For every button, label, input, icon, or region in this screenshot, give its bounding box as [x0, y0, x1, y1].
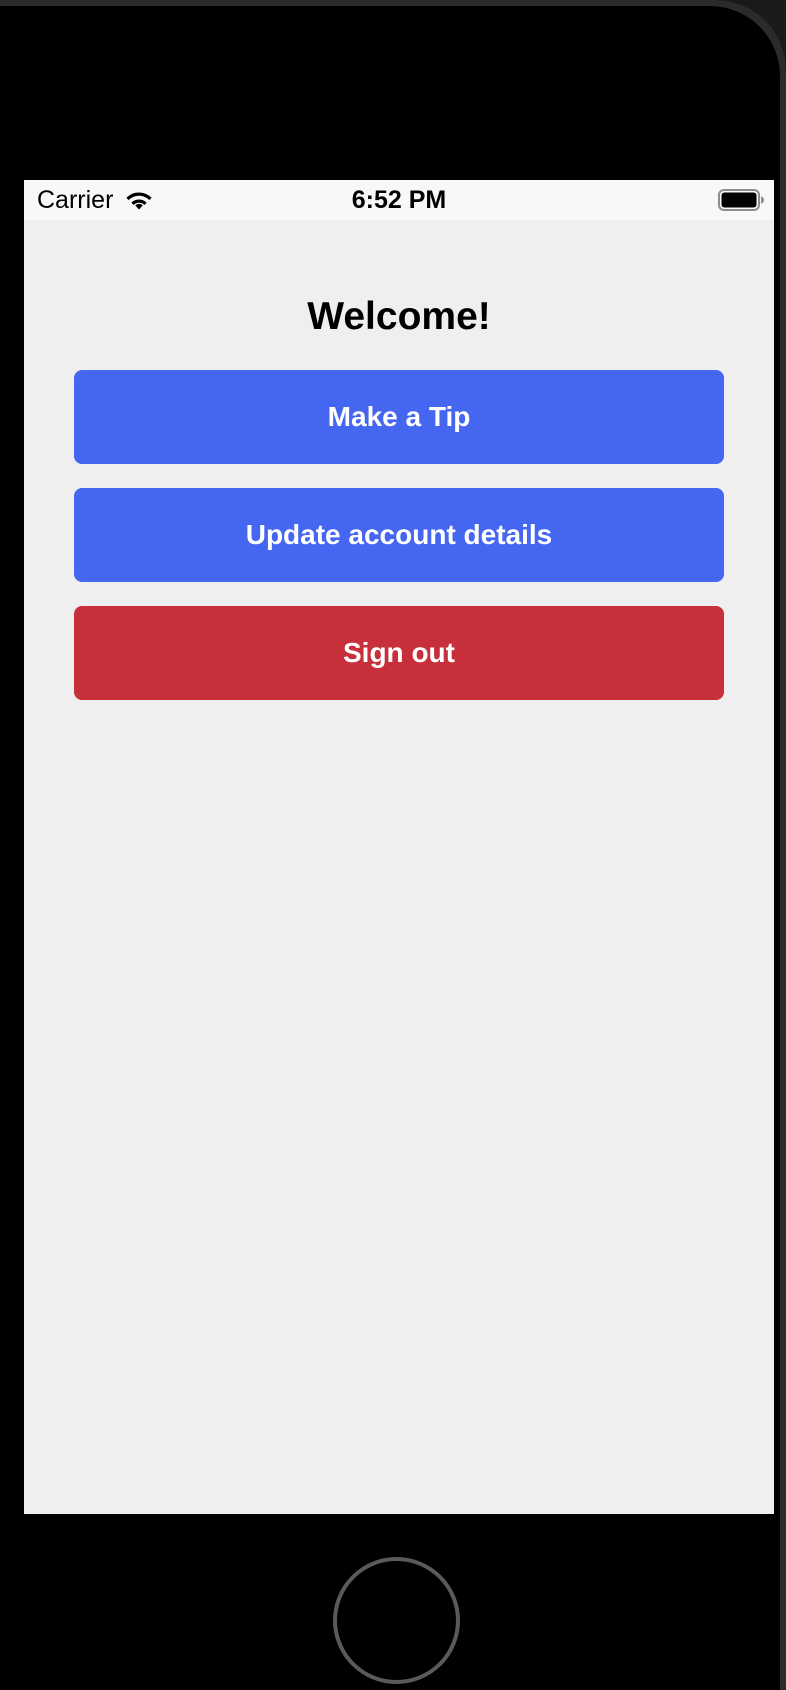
sign-out-button[interactable]: Sign out — [74, 606, 724, 700]
page-title: Welcome! — [307, 295, 491, 338]
battery-icon — [718, 189, 764, 211]
status-bar: Carrier 6:52 PM — [24, 180, 774, 220]
update-account-button[interactable]: Update account details — [74, 488, 724, 582]
device-frame: Carrier 6:52 PM Welcome! Make a Tip Upda… — [0, 0, 786, 1690]
status-time: 6:52 PM — [351, 186, 447, 214]
main-content: Welcome! Make a Tip Update account detai… — [24, 220, 774, 1514]
make-tip-button[interactable]: Make a Tip — [74, 370, 724, 464]
home-button[interactable] — [333, 1557, 460, 1684]
app-screen: Carrier 6:52 PM Welcome! Make a Tip Upda… — [24, 180, 774, 1514]
